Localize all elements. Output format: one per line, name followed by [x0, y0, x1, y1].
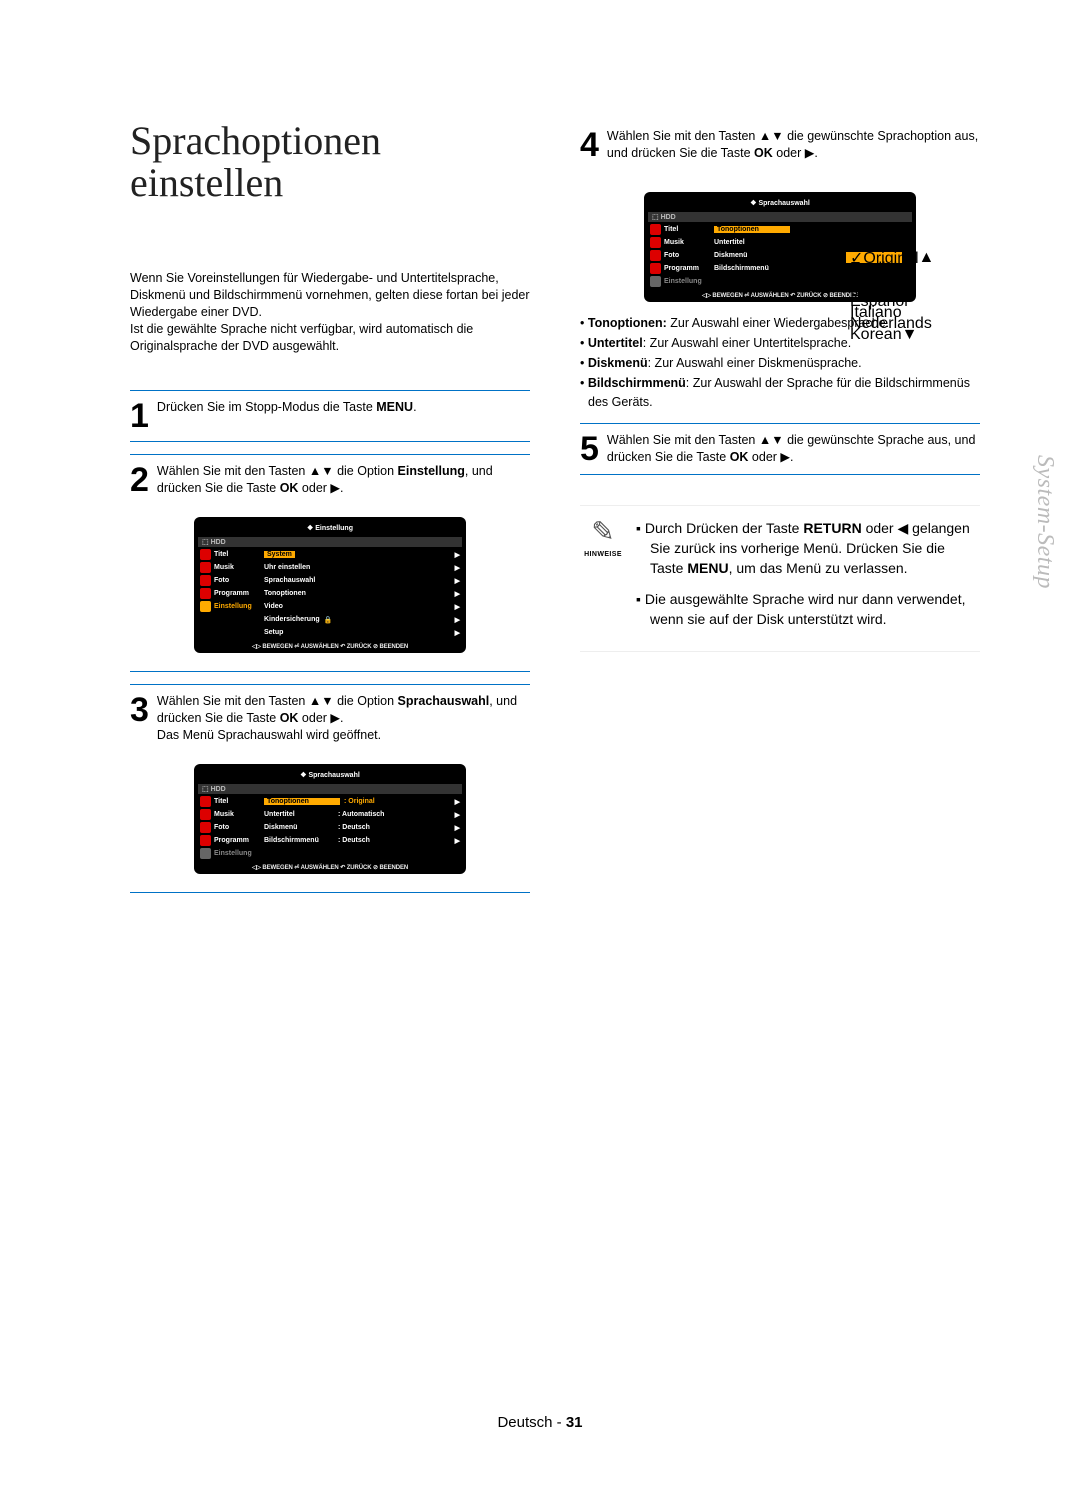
step-4: 4 Wählen Sie mit den Tasten ▲▼ die gewün…	[580, 120, 980, 162]
osd-figure-einstellung: Einstellung ⬚ HDD TitelSystem▶ MusikUhr …	[194, 517, 466, 653]
right-column: 4 Wählen Sie mit den Tasten ▲▼ die gewün…	[580, 120, 980, 901]
left-column: Sprachoptionen einstellen Wenn Sie Vorei…	[130, 120, 530, 901]
step-1: 1 Drücken Sie im Stopp-Modus die Taste M…	[130, 390, 530, 442]
language-dropdown: Original▲ English Français Deutsch Españ…	[846, 252, 902, 340]
step-4-number: 4	[580, 128, 599, 162]
hinweis-1: Durch Drücken der Taste RETURN oder ◀ ge…	[636, 518, 980, 579]
step-2-number: 2	[130, 463, 149, 497]
step-5: 5 Wählen Sie mit den Tasten ▲▼ die gewün…	[580, 423, 980, 475]
hinweis-2: Die ausgewählte Sprache wird nur dann ve…	[636, 589, 980, 630]
side-tab-system-setup: System-Setup	[1031, 455, 1058, 589]
hinweise-label: HINWEISE	[580, 550, 626, 560]
step-1-number: 1	[130, 399, 149, 433]
step-3: 3 Wählen Sie mit den Tasten ▲▼ die Optio…	[130, 684, 530, 744]
page-title: Sprachoptionen einstellen	[130, 120, 530, 204]
title-block: Sprachoptionen einstellen	[130, 120, 530, 260]
step-3-number: 3	[130, 693, 149, 744]
hand-icon: ✎	[580, 518, 626, 546]
intro-text: Wenn Sie Voreinstellungen für Wiedergabe…	[130, 270, 530, 354]
hinweise-block: ✎ HINWEISE Durch Drücken der Taste RETUR…	[580, 505, 980, 652]
osd-figure-sprachauswahl: Sprachauswahl ⬚ HDD TitelTonoptionen: Or…	[194, 764, 466, 874]
step-5-number: 5	[580, 432, 599, 466]
osd-figure-sprachauswahl-dropdown: Sprachauswahl ⬚ HDD TitelTonoptionen Mus…	[580, 192, 980, 302]
step-2: 2 Wählen Sie mit den Tasten ▲▼ die Optio…	[130, 454, 530, 497]
page-footer: Deutsch - 31	[0, 1414, 1080, 1431]
